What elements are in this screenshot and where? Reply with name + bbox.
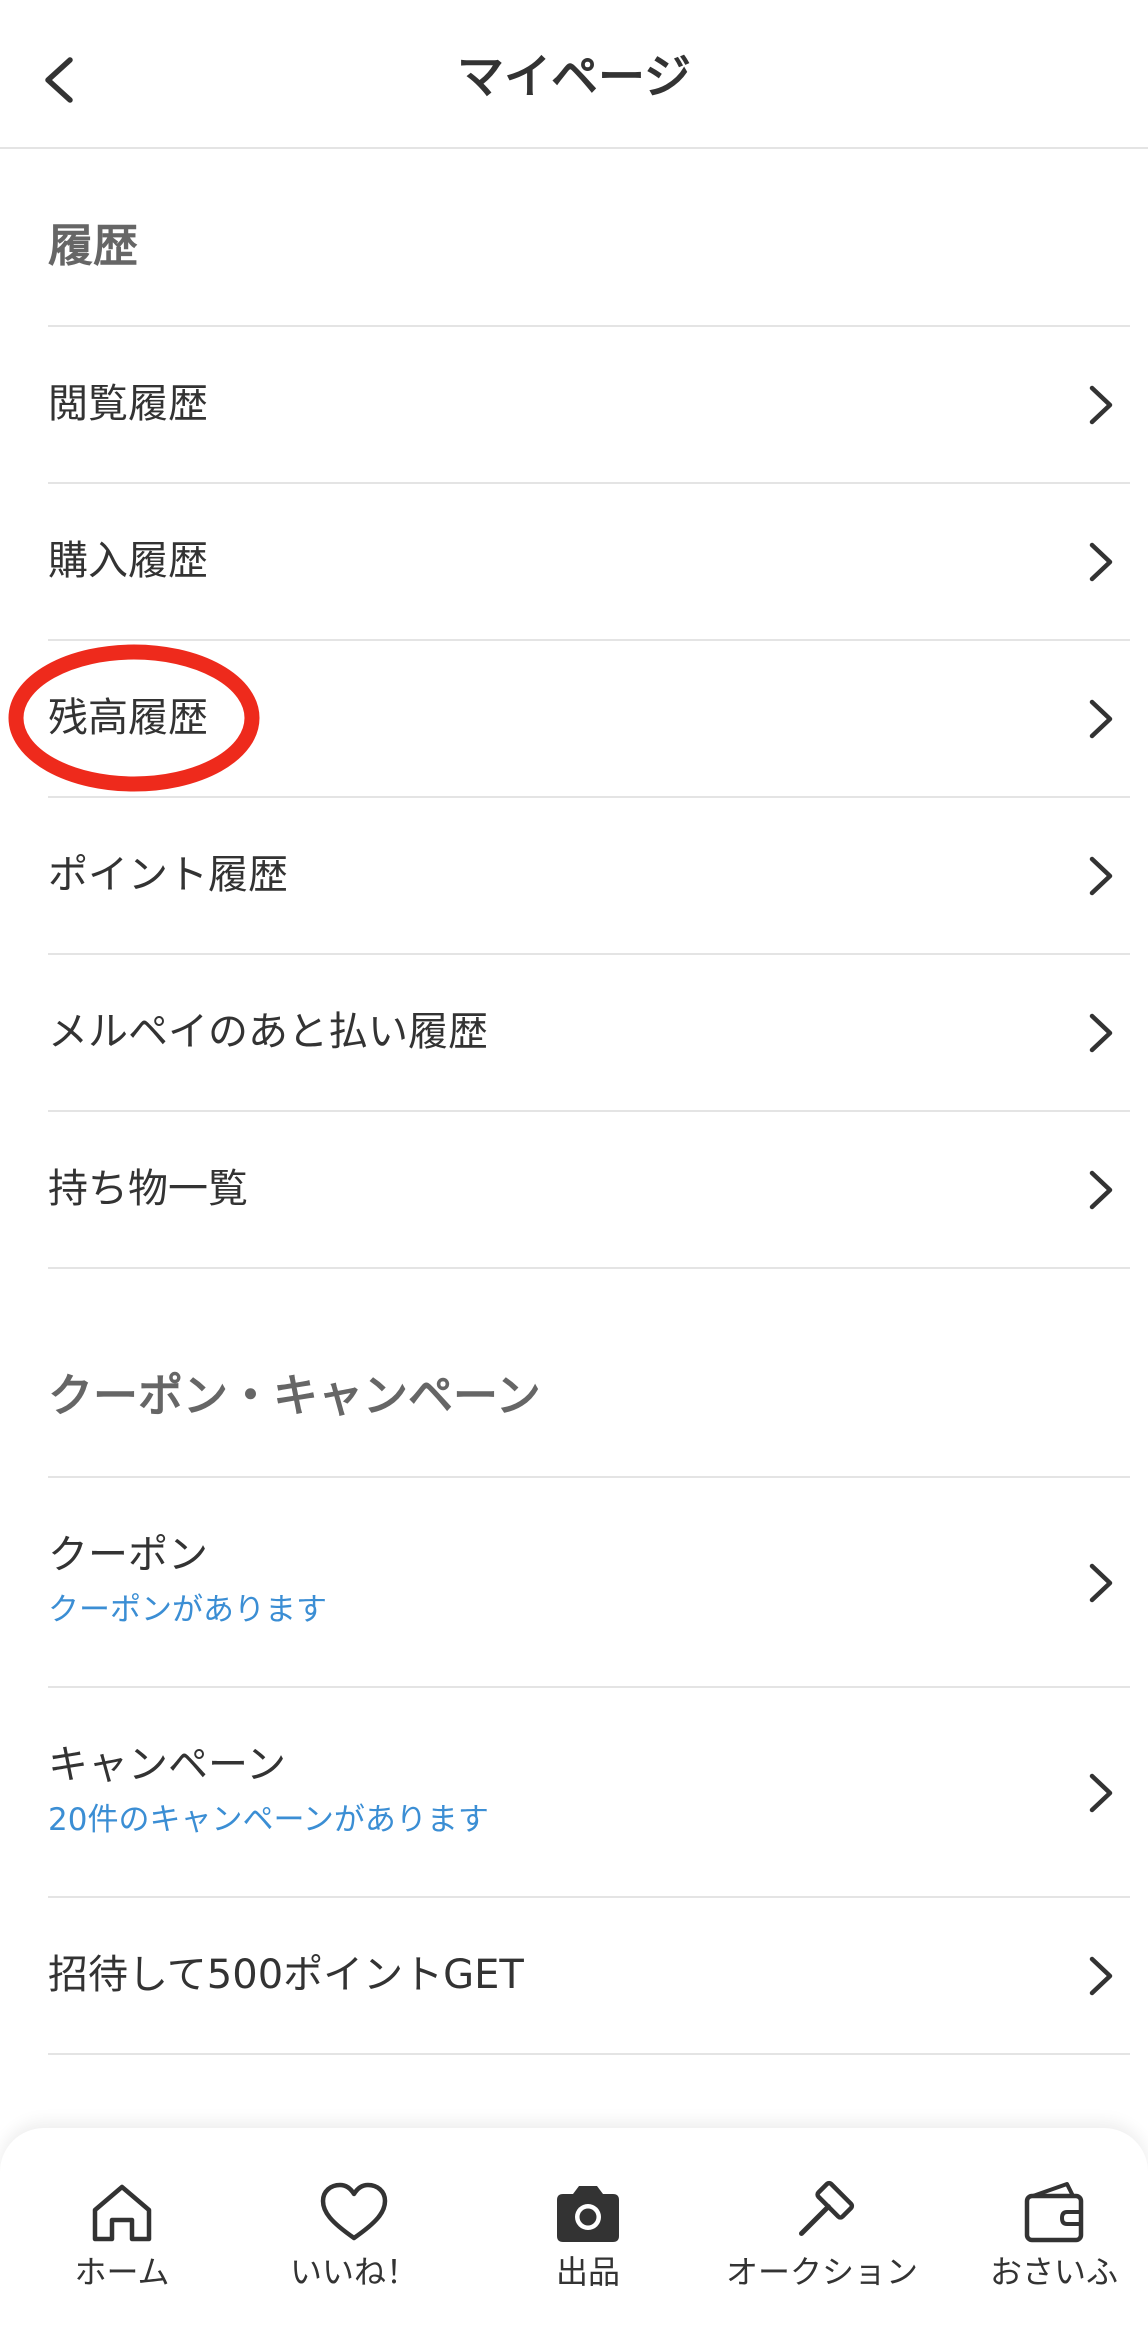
menu-item-label: ポイント履歴 <box>48 852 288 898</box>
divider <box>48 1267 1130 1269</box>
menu-item-label: 持ち物一覧 <box>48 1166 248 1212</box>
menu-item-browsing-history[interactable]: 閲覧履歴 <box>48 325 1130 482</box>
tab-label: 出品 <box>555 2253 620 2291</box>
tab-label: オークション <box>725 2253 918 2291</box>
tab-auction[interactable]: オークション <box>712 2180 932 2292</box>
menu-item-label: メルペイのあと払い履歴 <box>48 1009 488 1055</box>
divider <box>48 2053 1130 2055</box>
highlight-ellipse <box>8 644 260 792</box>
menu-item-label: 閲覧履歴 <box>48 381 208 427</box>
menu-item-belongings-list[interactable]: 持ち物一覧 <box>48 1110 1130 1267</box>
tab-sell[interactable]: 出品 <box>478 2180 698 2292</box>
camera-icon <box>557 2186 619 2242</box>
chevron-right-icon <box>1089 856 1113 896</box>
menu-item-label: 購入履歴 <box>48 538 208 584</box>
tab-label: ホーム <box>74 2253 170 2291</box>
chevron-right-icon <box>1089 1563 1113 1603</box>
home-icon <box>92 2184 152 2242</box>
header: マイページ <box>0 0 1148 149</box>
menu-item-sub: 20件のキャンペーンがあります <box>48 1802 489 1838</box>
section-title-coupons: クーポン・キャンペーン <box>48 1369 541 1422</box>
section-title-history: 履歴 <box>48 219 139 272</box>
menu-item-deferred-payment-history[interactable]: メルペイのあと払い履歴 <box>48 953 1130 1110</box>
tab-home[interactable]: ホーム <box>12 2180 232 2292</box>
chevron-right-icon <box>1089 1956 1113 1996</box>
menu-item-coupon[interactable]: クーポン クーポンがあります <box>48 1476 1130 1686</box>
menu-item-invite[interactable]: 招待して500ポイントGET <box>48 1896 1130 2053</box>
chevron-right-icon <box>1089 542 1113 582</box>
menu-item-sub: クーポンがあります <box>48 1592 327 1628</box>
gavel-icon <box>798 2180 855 2237</box>
menu-item-point-history[interactable]: ポイント履歴 <box>48 796 1130 953</box>
menu-item-label: 招待して500ポイントGET <box>48 1952 524 1998</box>
chevron-right-icon <box>1089 385 1113 425</box>
menu-item-campaign[interactable]: キャンペーン 20件のキャンペーンがあります <box>48 1686 1130 1896</box>
heart-icon <box>320 2182 388 2241</box>
bottom-tab-bar: ホーム いいね！ 出品 オークション おさいふ <box>0 2128 1148 2338</box>
tab-label: いいね！ <box>289 2253 418 2291</box>
chevron-right-icon <box>1089 1170 1113 1210</box>
tab-wallet[interactable]: おさいふ <box>944 2180 1148 2292</box>
tab-label: おさいふ <box>989 2253 1118 2291</box>
chevron-right-icon <box>1089 699 1113 739</box>
tab-likes[interactable]: いいね！ <box>244 2180 464 2292</box>
menu-item-label: クーポン <box>48 1532 208 1578</box>
menu-item-purchase-history[interactable]: 購入履歴 <box>48 482 1130 639</box>
menu-item-label: キャンペーン <box>48 1742 286 1788</box>
chevron-right-icon <box>1089 1013 1113 1053</box>
wallet-icon <box>1024 2182 1084 2243</box>
chevron-right-icon <box>1089 1773 1113 1813</box>
page-title: マイページ <box>456 50 692 105</box>
